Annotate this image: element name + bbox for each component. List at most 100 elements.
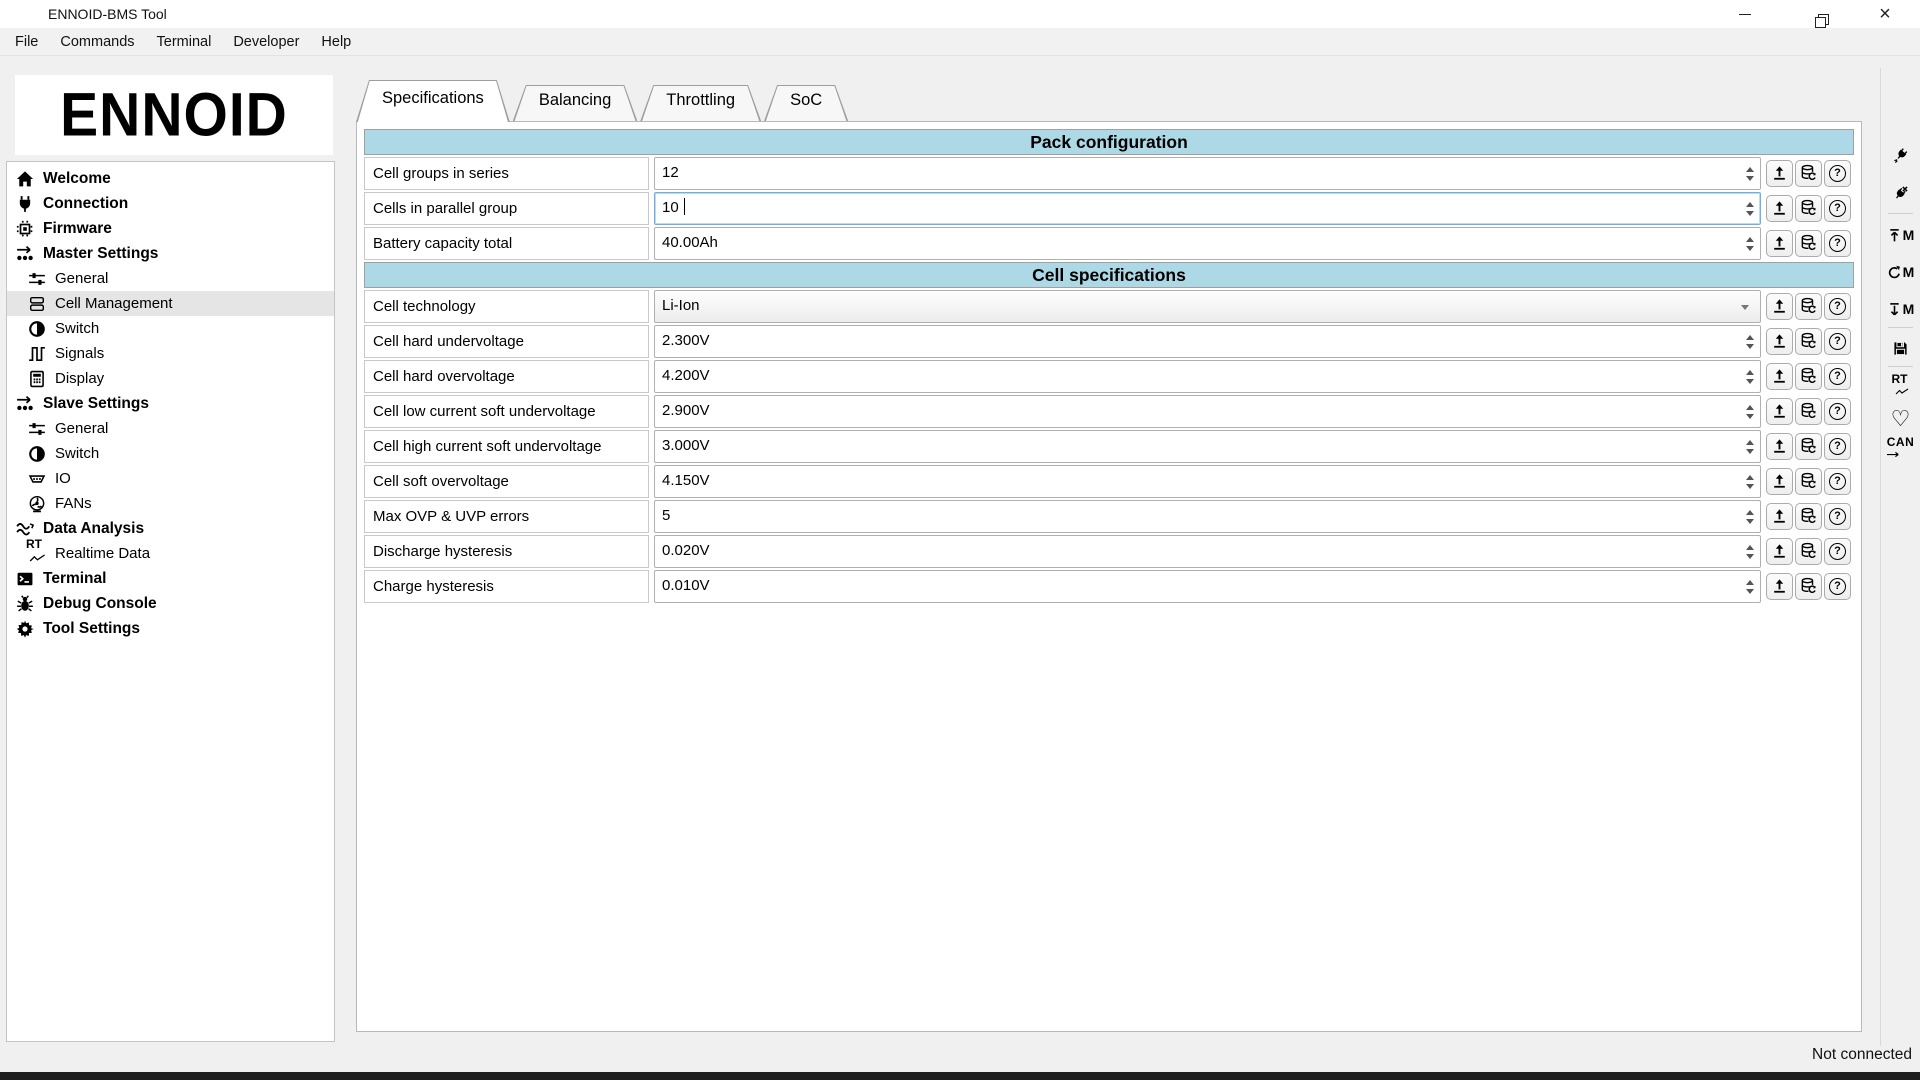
sidebar-item-fans[interactable]: FANs [7,491,334,516]
restore-default-button[interactable] [1795,398,1822,425]
sidebar-item-tool-settings[interactable]: Tool Settings [7,616,334,641]
sidebar-item-general[interactable]: General [7,266,334,291]
dropdown-arrow-icon[interactable] [1741,305,1749,310]
can-forward-button[interactable]: CAN [1881,434,1920,466]
sidebar-item-master-settings[interactable]: Master Settings [7,241,334,266]
close-button[interactable]: × [1850,0,1920,28]
restore-default-button[interactable] [1795,503,1822,530]
write-button[interactable] [1766,538,1793,565]
help-button[interactable]: ? [1824,160,1851,187]
sidebar-item-firmware[interactable]: Firmware [7,216,334,241]
value-field[interactable]: 2.300V [654,325,1761,358]
spinner-buttons[interactable] [1744,228,1756,259]
restore-default-button[interactable] [1795,230,1822,257]
help-button[interactable]: ? [1824,398,1851,425]
restore-default-button[interactable] [1795,538,1822,565]
tab-throttling[interactable]: Throttling [640,85,761,121]
write-master-button[interactable]: M [1881,219,1920,251]
spinner-buttons[interactable] [1744,193,1756,224]
help-button[interactable]: ? [1824,293,1851,320]
sidebar-item-signals[interactable]: Signals [7,341,334,366]
spinner-buttons[interactable] [1744,571,1756,602]
sidebar-item-connection[interactable]: Connection [7,191,334,216]
sidebar-item-switch[interactable]: Switch [7,441,334,466]
write-button[interactable] [1766,363,1793,390]
help-button[interactable]: ? [1824,328,1851,355]
restore-default-button[interactable] [1795,468,1822,495]
write-button[interactable] [1766,293,1793,320]
sidebar-item-io[interactable]: IO [7,466,334,491]
value-field[interactable]: 40.00Ah [654,227,1761,260]
sidebar-item-data-analysis[interactable]: Data Analysis [7,516,334,541]
write-button[interactable] [1766,160,1793,187]
help-button[interactable]: ? [1824,230,1851,257]
menu-commands[interactable]: Commands [49,31,145,53]
value-field[interactable]: 4.150V [654,465,1761,498]
sidebar-item-switch[interactable]: Switch [7,316,334,341]
help-button[interactable]: ? [1824,503,1851,530]
spinner-buttons[interactable] [1744,536,1756,567]
keep-alive-button[interactable]: ♡ [1881,403,1920,435]
sidebar-item-debug-console[interactable]: Debug Console [7,591,334,616]
restore-default-button[interactable] [1795,195,1822,222]
spinner-buttons[interactable] [1744,396,1756,427]
sidebar-item-realtime-data[interactable]: RT Realtime Data [7,541,334,566]
help-button[interactable]: ? [1824,468,1851,495]
realtime-data-button[interactable]: RT [1881,371,1920,403]
restore-default-button[interactable] [1795,293,1822,320]
sidebar-item-slave-settings[interactable]: Slave Settings [7,391,334,416]
spinner-buttons[interactable] [1744,158,1756,189]
menu-help[interactable]: Help [310,31,362,53]
write-button[interactable] [1766,433,1793,460]
write-button[interactable] [1766,398,1793,425]
value-field[interactable]: 4.200V [654,360,1761,393]
sidebar-item-display[interactable]: Display [7,366,334,391]
menu-terminal[interactable]: Terminal [146,31,223,53]
help-button[interactable]: ? [1824,363,1851,390]
menu-developer[interactable]: Developer [222,31,310,53]
value-field[interactable]: 0.010V [654,570,1761,603]
help-button[interactable]: ? [1824,573,1851,600]
sidebar-item-terminal[interactable]: Terminal [7,566,334,591]
sidebar-item-cell-management[interactable]: Cell Management [7,291,334,316]
tab-soc[interactable]: SoC [764,85,848,121]
help-button[interactable]: ? [1824,433,1851,460]
help-button[interactable]: ? [1824,538,1851,565]
spinner-buttons[interactable] [1744,361,1756,392]
spinner-buttons[interactable] [1744,326,1756,357]
disconnect-button[interactable] [1881,177,1920,209]
restore-button[interactable] [1780,0,1850,28]
write-button[interactable] [1766,328,1793,355]
reload-master-button[interactable]: M [1881,256,1920,288]
spinner-buttons[interactable] [1744,431,1756,462]
tab-specifications[interactable]: Specifications [356,80,510,122]
read-master-button[interactable]: M [1881,293,1920,325]
restore-default-button[interactable] [1795,160,1822,187]
save-button[interactable] [1881,332,1920,364]
tab-balancing[interactable]: Balancing [513,85,637,121]
value-field[interactable]: 12 [654,157,1761,190]
value-field[interactable]: 5 [654,500,1761,533]
restore-default-button[interactable] [1795,573,1822,600]
write-button[interactable] [1766,195,1793,222]
restore-default-button[interactable] [1795,328,1822,355]
restore-default-button[interactable] [1795,363,1822,390]
restore-default-button[interactable] [1795,433,1822,460]
value-field[interactable]: 2.900V [654,395,1761,428]
write-button[interactable] [1766,230,1793,257]
spinner-buttons[interactable] [1744,466,1756,497]
write-button[interactable] [1766,503,1793,530]
value-field[interactable]: 3.000V [654,430,1761,463]
help-button[interactable]: ? [1824,195,1851,222]
menu-file[interactable]: File [4,31,49,53]
sidebar-item-welcome[interactable]: Welcome [7,166,334,191]
value-field[interactable]: 10 [654,192,1761,225]
sidebar-item-general[interactable]: General [7,416,334,441]
minimize-button[interactable] [1710,0,1780,28]
spinner-buttons[interactable] [1744,501,1756,532]
write-button[interactable] [1766,468,1793,495]
value-field[interactable]: Li-Ion [654,290,1761,323]
value-field[interactable]: 0.020V [654,535,1761,568]
write-button[interactable] [1766,573,1793,600]
connect-button[interactable] [1881,139,1920,171]
